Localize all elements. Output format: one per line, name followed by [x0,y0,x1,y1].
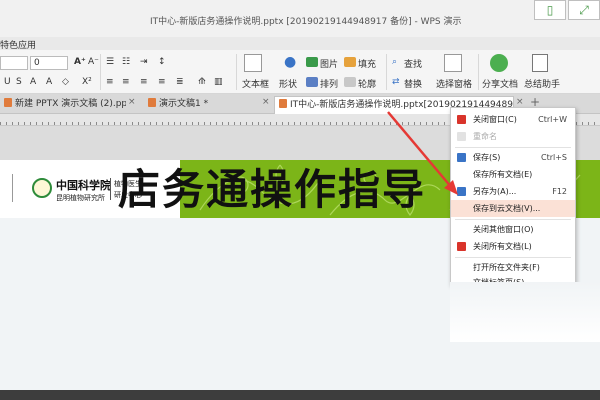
pptx-file-icon [148,98,156,107]
font-size-box[interactable]: 0 [30,56,68,70]
summary-icon [532,54,548,72]
share-icon [490,54,508,72]
line-spacing-icon[interactable]: ↕ [158,57,166,67]
ribbon-divider [478,54,479,90]
grow-font-icon[interactable]: A⁺ [74,57,86,67]
fill-button[interactable]: 填充 [358,57,376,70]
menu-item-rename[interactable]: 重命名 [451,128,575,145]
restore-icon: ▯ [546,3,554,17]
font-size-value: 0 [34,58,40,68]
save-icon [457,153,466,162]
fill-icon [344,57,356,67]
shapes-icon[interactable]: ● [284,54,296,70]
save-as-icon [457,187,466,196]
fullscreen-button[interactable]: ⤢ [568,0,600,20]
strike-icon[interactable]: S [16,77,22,87]
numbering-icon[interactable]: ☷ [122,57,130,67]
tab-close-icon[interactable]: × [516,97,524,107]
ribbon-toolbar: 0 A⁺ A⁻ U S A A ◇ X² ☰ ☷ ⇥ ↕ ≡ ≡ ≡ ≡ ≣ ⟰… [0,50,600,94]
tab-close-icon[interactable]: × [128,97,136,107]
menu-item-save-as[interactable]: 另存为(A)... F12 [451,183,575,200]
bullets-icon[interactable]: ☰ [106,57,114,67]
font-name-box[interactable] [0,56,28,70]
menu-fade-overlay [450,282,600,342]
outline-icon [344,77,356,87]
menu-item-save[interactable]: 保存(S) Ctrl+S [451,149,575,166]
restore-window-button[interactable]: ▯ [534,0,566,20]
align-left-icon[interactable]: ≡ [106,77,114,87]
doc-tab-label: 新建 PPTX 演示文稿 (2).pptx * [15,99,126,109]
title-bar: IT中心-新版店务通操作说明.pptx [20190219144948917 备… [0,0,600,37]
window-title: IT中心-新版店务通操作说明.pptx [20190219144948917 备… [150,17,462,27]
logo-divider [110,178,111,200]
org-name: 中国科学院 [56,179,111,192]
tab-close-icon[interactable]: × [262,97,270,107]
cas-logo [32,178,52,198]
outline-button[interactable]: 轮廓 [358,77,376,90]
ribbon-divider [386,54,387,90]
doc-tab-label: 演示文稿1 * [159,99,209,109]
ribbon-divider [236,54,237,90]
font-color-icon[interactable]: A [46,77,52,87]
pptx-file-icon [4,98,12,107]
menu-item-close-others[interactable]: 关闭其他窗口(O) [451,221,575,238]
rename-icon [457,132,466,141]
text-box-button[interactable]: 文本框 [242,77,269,90]
status-bar [0,390,600,400]
find-icon: ⌕ [392,57,398,67]
columns-icon[interactable]: ▥ [214,77,223,87]
menu-separator [455,257,571,258]
align-center-icon[interactable]: ≡ [122,77,130,87]
close-all-icon [457,242,466,251]
menu-item-close-window[interactable]: 关闭窗口(C) Ctrl+W [451,111,575,128]
indent-icon[interactable]: ⇥ [140,57,148,67]
shapes-button[interactable]: 形状 [279,77,297,90]
menu-separator [455,219,571,220]
menu-item-save-to-cloud[interactable]: 保存到云文档(V)... [451,200,575,217]
picture-button[interactable]: 图片 [320,57,338,70]
align-right-icon[interactable]: ≡ [140,77,148,87]
pptx-file-icon [279,99,287,108]
shrink-font-icon[interactable]: A⁻ [88,57,99,67]
menu-item-save-all[interactable]: 保存所有文档(E) [451,166,575,183]
superscript-icon[interactable]: X² [82,77,92,87]
picture-icon [306,57,318,67]
arrange-icon [306,77,318,87]
header-rule [12,174,13,202]
underline-icon[interactable]: U [4,77,11,87]
distribute-icon[interactable]: ≣ [176,77,184,87]
clear-format-icon[interactable]: ◇ [62,77,69,87]
justify-icon[interactable]: ≡ [158,77,166,87]
doc-tab[interactable]: 演示文稿1 * [144,96,262,114]
menu-separator [455,147,571,148]
doc-tab[interactable]: 新建 PPTX 演示文稿 (2).pptx * [0,96,126,114]
menu-item-close-all[interactable]: 关闭所有文档(L) [451,238,575,255]
text-effect-icon[interactable]: A [30,77,36,87]
ribbon-divider [100,54,101,90]
replace-button[interactable]: 替换 [404,77,422,90]
org-subname: 昆明植物研究所 [56,194,105,202]
find-button[interactable]: 查找 [404,57,422,70]
expand-icon: ⤢ [579,3,589,17]
summary-assistant-button[interactable]: 总结助手 [524,77,560,90]
arrange-button[interactable]: 排列 [320,77,338,90]
close-window-icon [457,115,466,124]
slide-main-title: 店务通操作指导 [118,165,427,214]
replace-icon: ⇄ [392,77,400,87]
tab-context-menu: 关闭窗口(C) Ctrl+W 重命名 保存(S) Ctrl+S 保存所有文档(E) … [450,107,576,285]
select-pane-button[interactable]: 选择窗格 [436,77,472,90]
select-pane-icon [444,54,462,72]
text-direction-icon[interactable]: ⟰ [198,77,206,87]
text-box-icon[interactable] [244,54,262,72]
share-doc-button[interactable]: 分享文档 [482,77,518,90]
